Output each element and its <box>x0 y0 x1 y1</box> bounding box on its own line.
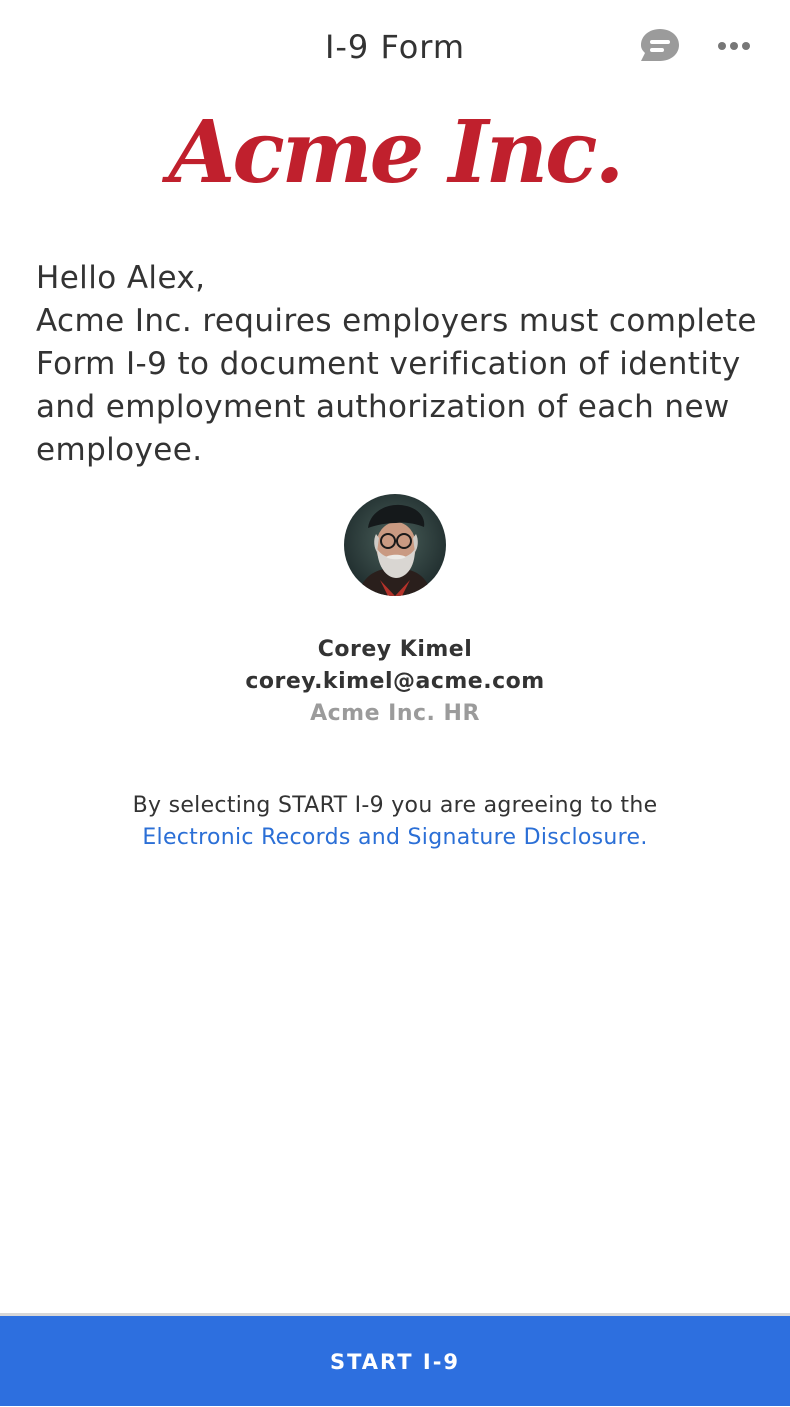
intro-message: Hello Alex, Acme Inc. requires employers… <box>36 257 761 472</box>
sender-email: corey.kimel@acme.com <box>245 669 545 694</box>
avatar <box>344 494 446 596</box>
disclosure-text: By selecting START I-9 you are agreeing … <box>132 793 658 818</box>
sender-role: Acme Inc. HR <box>310 701 480 726</box>
intro-body-text: Acme Inc. requires employers must comple… <box>36 303 757 468</box>
sender-name: Corey Kimel <box>317 637 473 662</box>
start-i9-button[interactable]: START I-9 <box>0 1316 790 1406</box>
company-logo: Acme Inc. <box>168 102 625 203</box>
greeting-text: Hello Alex, <box>36 260 206 296</box>
more-options-button[interactable] <box>712 30 756 62</box>
header-bar: I-9 Form <box>0 0 790 96</box>
sender-info: Corey Kimel corey.kimel@acme.com Acme In… <box>0 632 790 732</box>
more-dots-icon <box>718 42 750 50</box>
disclosure-notice: By selecting START I-9 you are agreeing … <box>0 790 790 854</box>
chat-button[interactable] <box>638 27 682 65</box>
chat-bubble-icon <box>641 29 679 61</box>
disclosure-link[interactable]: Electronic Records and Signature Disclos… <box>142 825 647 850</box>
